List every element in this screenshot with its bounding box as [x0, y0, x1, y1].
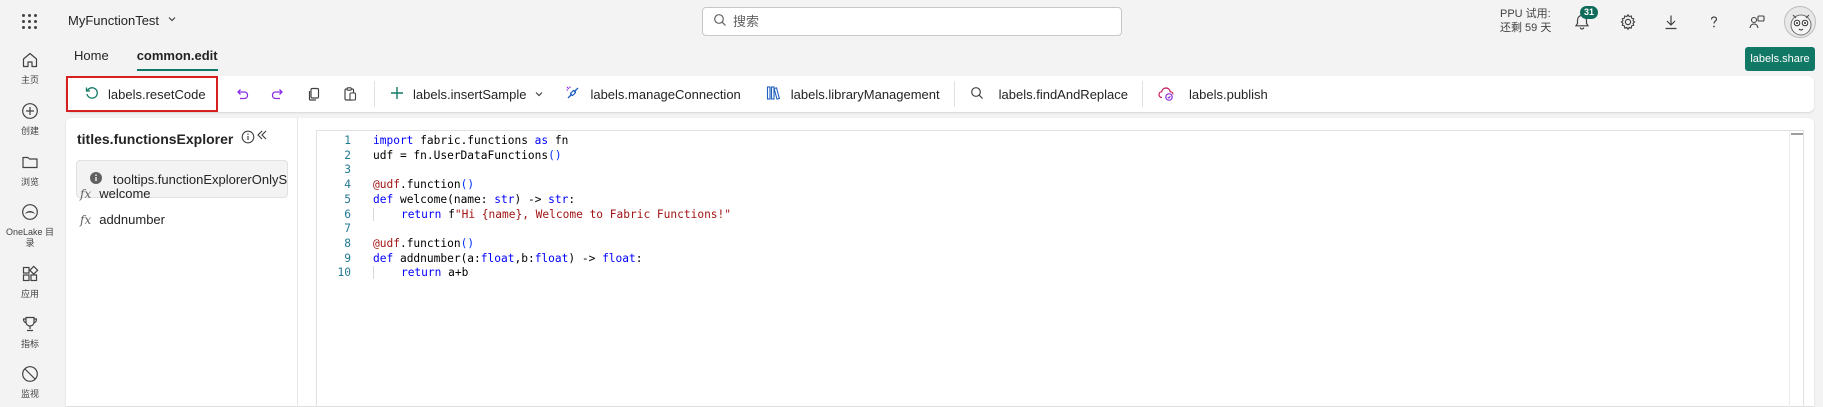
manage-connection-label: labels.manageConnection	[590, 86, 741, 102]
avatar[interactable]	[1784, 6, 1816, 38]
paste-icon[interactable]	[336, 80, 364, 108]
nav-item-browse[interactable]: 浏览	[0, 152, 60, 188]
code-text: def addnumber(a:float,b:float) -> float:	[373, 251, 643, 265]
info-filled-icon	[89, 171, 103, 188]
nav-item-monitor[interactable]: 监视	[0, 364, 60, 400]
nav-item-label: 监视	[20, 389, 39, 399]
function-item[interactable]: fx addnumber	[80, 212, 165, 227]
code-text: return f"Hi {name}, Welcome to Fabric Fu…	[373, 207, 731, 221]
onelake-icon	[20, 202, 40, 225]
library-management-button[interactable]: labels.libraryManagement	[755, 76, 950, 112]
share-button[interactable]: labels.share	[1745, 47, 1815, 71]
nav-item-label: 指标	[20, 339, 39, 349]
nav-item-label: 创建	[20, 126, 39, 136]
insert-sample-label: labels.insertSample	[413, 86, 527, 102]
chevron-down-icon	[167, 14, 177, 27]
functions-explorer: titles.functionsExplorer tooltips.functi…	[66, 118, 298, 406]
function-name: welcome	[99, 186, 151, 201]
library-icon	[765, 84, 783, 105]
search-icon	[969, 85, 985, 104]
redo-icon[interactable]	[264, 80, 292, 108]
chevron-down-icon	[534, 87, 544, 102]
trial-label: PPU 试用:	[1500, 8, 1551, 20]
info-icon[interactable]	[241, 130, 255, 147]
code-line: 10 return a+b	[317, 266, 468, 283]
trophy-icon	[20, 314, 40, 337]
tab-home[interactable]: Home	[74, 48, 109, 71]
download-icon[interactable]	[1661, 12, 1681, 32]
trial-days-left: 还剩 59 天	[1500, 22, 1552, 34]
workspace-name: MyFunctionTest	[68, 13, 160, 28]
divider	[953, 81, 955, 107]
nav-item-home[interactable]: 主页	[0, 50, 60, 86]
tab-edit[interactable]: common.edit	[136, 48, 218, 71]
trial-status[interactable]: PPU 试用: 还剩 59 天	[1500, 7, 1551, 35]
browse-icon	[20, 152, 40, 175]
help-icon[interactable]	[1704, 12, 1724, 32]
plus-icon	[389, 85, 405, 104]
function-icon: fx	[80, 212, 92, 227]
search-input[interactable]	[733, 14, 1113, 29]
code-text: @udf.function()	[373, 236, 475, 250]
nav-item-label: OneLake 目录	[5, 227, 55, 248]
app-launcher-icon[interactable]	[22, 14, 38, 30]
code-text: udf = fn.UserDataFunctions()	[373, 148, 562, 162]
divider	[374, 81, 375, 107]
manage-connection-button[interactable]: labels.manageConnection	[554, 76, 750, 112]
top-bar: MyFunctionTest PPU 试用: 还剩 59 天 31	[0, 0, 1823, 44]
undo-icon[interactable]	[228, 80, 256, 108]
copy-icon[interactable]	[300, 80, 328, 108]
insert-sample-button[interactable]: labels.insertSample	[379, 76, 554, 112]
publish-icon	[1157, 84, 1175, 105]
code-text: return a+b	[373, 266, 468, 280]
nav-item-create[interactable]: 创建	[0, 101, 60, 137]
function-icon: fx	[80, 186, 92, 201]
home-icon	[20, 50, 40, 73]
code-editor[interactable]: 1 import fabric.functions as fn 2 udf = fn…	[316, 130, 1804, 407]
explorer-title: titles.functionsExplorer	[77, 130, 234, 147]
code-text: import fabric.functions as fn	[373, 134, 569, 147]
monitor-icon	[20, 364, 40, 387]
ribbon-tabs: Home common.edit	[74, 48, 218, 71]
find-and-replace-button[interactable]: labels.findAndReplace	[959, 76, 1138, 112]
nav-item-apps[interactable]: 应用	[0, 264, 60, 300]
library-management-label: labels.libraryManagement	[790, 86, 940, 102]
highlight-box	[66, 76, 218, 112]
collapse-icon[interactable]	[255, 128, 269, 145]
nav-item-label: 应用	[20, 289, 39, 299]
editor-scrollbar[interactable]	[1789, 131, 1803, 407]
code-text: def welcome(name: str) -> str:	[373, 192, 576, 206]
function-item[interactable]: fx welcome	[80, 186, 151, 201]
function-name: addnumber	[99, 212, 165, 227]
search-icon	[713, 13, 727, 30]
nav-item-label: 主页	[20, 75, 39, 85]
workspace-selector[interactable]: MyFunctionTest	[68, 13, 177, 28]
search-box[interactable]	[702, 7, 1122, 36]
notification-badge: 31	[1580, 6, 1599, 19]
nav-item-label: 浏览	[20, 177, 39, 187]
toolbar: labels.resetCode labels.insertSample lab…	[66, 76, 1814, 112]
left-nav: 主页 创建 浏览 OneLake 目录 应用 指标 监视	[0, 44, 60, 406]
publish-label: labels.publish	[1189, 86, 1268, 102]
main-panel: titles.functionsExplorer tooltips.functi…	[66, 118, 1814, 407]
tooltip-text: tooltips.functionExplorerOnlyShow	[113, 171, 288, 187]
line-number: 10	[337, 266, 351, 280]
connection-icon	[564, 84, 582, 105]
code-text: @udf.function()	[373, 178, 475, 192]
publish-button[interactable]: labels.publish	[1147, 76, 1278, 112]
create-icon	[20, 101, 40, 124]
explorer-header: titles.functionsExplorer	[77, 130, 255, 147]
apps-icon	[20, 264, 40, 287]
nav-item-metrics[interactable]: 指标	[0, 314, 60, 350]
divider	[1142, 81, 1144, 107]
nav-item-onelake[interactable]: OneLake 目录	[0, 202, 60, 249]
find-and-replace-label: labels.findAndReplace	[998, 86, 1129, 102]
gear-icon[interactable]	[1618, 12, 1638, 32]
share-feedback-icon[interactable]	[1747, 12, 1767, 32]
